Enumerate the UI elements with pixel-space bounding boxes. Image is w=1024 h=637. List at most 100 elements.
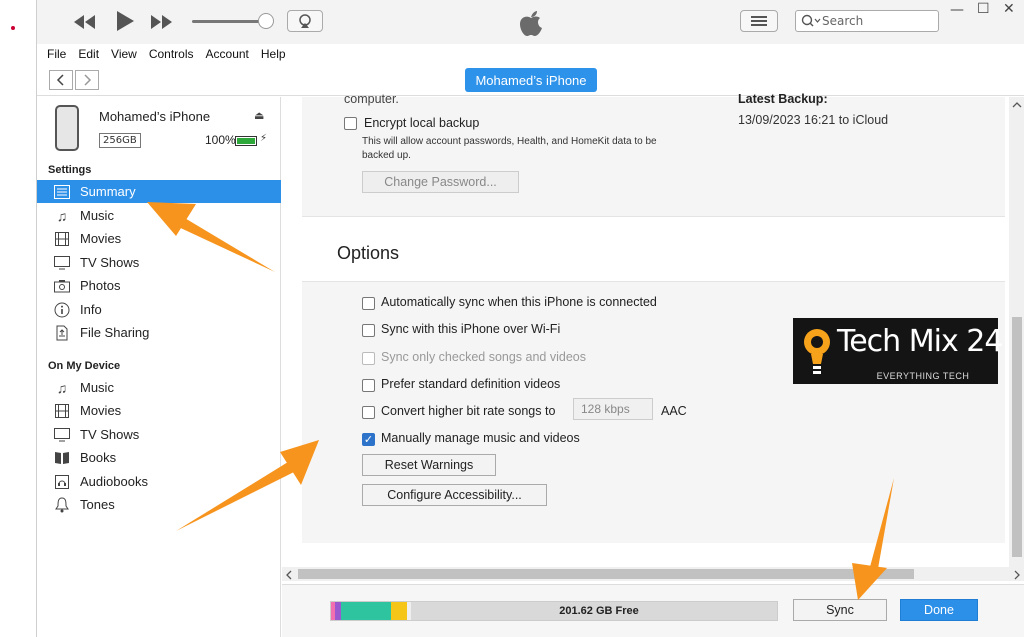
storage-free-text: 201.62 GB Free xyxy=(559,605,639,617)
sidebar-item-label: File Sharing xyxy=(80,325,150,340)
eject-icon[interactable]: ⏏ xyxy=(254,109,264,122)
tv-icon xyxy=(53,427,71,443)
sidebar-item-photos[interactable]: Photos xyxy=(37,274,281,297)
encrypt-backup-label: Encrypt local backup xyxy=(364,116,480,130)
back-button[interactable] xyxy=(49,70,73,90)
device-name: Mohamed’s iPhone xyxy=(99,109,211,124)
airplay-button[interactable] xyxy=(287,10,323,32)
iphone-icon xyxy=(55,105,79,151)
sidebar-item-label: Movies xyxy=(80,403,122,418)
options-title: Options xyxy=(337,243,400,263)
logo-tagline: EVERYTHING TECH xyxy=(876,371,970,381)
apple-logo-icon xyxy=(520,11,542,36)
lightbulb-gear-icon xyxy=(804,329,830,374)
title-bar: Search — ☐ ✕ xyxy=(37,0,1024,44)
vertical-scroll-thumb[interactable] xyxy=(1012,317,1022,557)
book-icon xyxy=(53,450,71,466)
device-item-tv-shows[interactable]: TV Shows xyxy=(37,423,281,446)
charging-bolt-icon: ⚡ xyxy=(260,133,268,144)
list-view-button[interactable] xyxy=(740,10,778,32)
horizontal-scroll-thumb[interactable] xyxy=(298,569,914,579)
checked-only-checkbox[interactable] xyxy=(362,352,375,365)
convert-bitrate-checkbox[interactable] xyxy=(362,406,375,419)
sidebar-item-label: Music xyxy=(80,380,114,395)
music-note-icon: ♫ xyxy=(56,379,68,396)
menu-edit[interactable]: Edit xyxy=(78,47,99,61)
menu-account[interactable]: Account xyxy=(206,47,249,61)
forward-button[interactable] xyxy=(75,70,99,90)
airplay-icon xyxy=(299,14,311,28)
prefer-sd-checkbox[interactable] xyxy=(362,379,375,392)
volume-knob[interactable] xyxy=(258,13,274,29)
capacity-badge: 256GB xyxy=(99,133,141,148)
convert-bitrate-label: Convert higher bit rate songs to xyxy=(381,404,556,418)
battery-percent: 100% xyxy=(205,133,236,147)
device-item-movies[interactable]: Movies xyxy=(37,399,281,422)
film-icon xyxy=(53,403,71,419)
play-icon[interactable] xyxy=(114,10,136,32)
menu-help[interactable]: Help xyxy=(261,47,286,61)
bell-icon xyxy=(53,496,71,513)
menu-file[interactable]: File xyxy=(47,47,66,61)
sidebar-item-label: TV Shows xyxy=(80,427,140,442)
latest-backup-value: 13/09/2023 16:21 to iCloud xyxy=(738,113,889,127)
sidebar-item-label: Books xyxy=(80,450,117,465)
sidebar-item-info[interactable]: Info xyxy=(37,298,281,321)
chevron-left-icon xyxy=(56,74,64,86)
sidebar-item-file-sharing[interactable]: File Sharing xyxy=(37,321,281,344)
rewind-icon[interactable] xyxy=(73,13,97,31)
sidebar-item-summary[interactable]: Summary xyxy=(37,180,281,203)
backup-panel: computer. Encrypt local backup This will… xyxy=(302,92,1005,217)
device-item-audiobooks[interactable]: Audiobooks xyxy=(37,470,281,493)
menu-controls[interactable]: Controls xyxy=(149,47,194,61)
chevron-right-icon xyxy=(84,74,92,86)
bitrate-select[interactable]: 128 kbps xyxy=(573,398,653,420)
list-icon xyxy=(751,16,767,26)
scroll-right-icon[interactable] xyxy=(1013,570,1021,580)
menu-bar: File Edit View Controls Account Help xyxy=(37,44,1024,64)
volume-slider[interactable] xyxy=(192,20,268,23)
sidebar-item-label: Info xyxy=(80,302,102,317)
reset-warnings-button[interactable]: Reset Warnings xyxy=(362,454,496,476)
sidebar: Mohamed’s iPhone ⏏ 256GB 100% ⚡ Settings… xyxy=(37,97,281,637)
encrypt-desc-line1: This will allow account passwords, Healt… xyxy=(362,136,657,147)
done-button[interactable]: Done xyxy=(900,599,978,621)
device-item-tones[interactable]: Tones xyxy=(37,493,281,516)
wifi-sync-label: Sync with this iPhone over Wi-Fi xyxy=(381,322,561,336)
auto-sync-checkbox[interactable] xyxy=(362,297,375,310)
manual-manage-checkbox[interactable]: ✓ xyxy=(362,433,375,446)
wifi-sync-checkbox[interactable] xyxy=(362,324,375,337)
summary-icon xyxy=(53,184,71,200)
maximize-icon[interactable]: ☐ xyxy=(977,1,990,17)
device-button[interactable]: Mohamed’s iPhone xyxy=(465,68,597,92)
music-note-icon: ♫ xyxy=(56,207,68,224)
device-item-music[interactable]: ♫ Music xyxy=(37,376,281,399)
device-item-books[interactable]: Books xyxy=(37,446,281,469)
sidebar-item-tv-shows[interactable]: TV Shows xyxy=(37,251,281,274)
sidebar-item-label: Movies xyxy=(80,231,122,246)
fast-forward-icon[interactable] xyxy=(149,13,173,31)
info-icon xyxy=(53,302,71,318)
nav-bar: Mohamed’s iPhone xyxy=(37,64,1024,96)
minimize-icon[interactable]: — xyxy=(950,2,964,18)
latest-backup-title: Latest Backup: xyxy=(738,92,828,106)
aac-label: AAC xyxy=(661,404,687,418)
search-icon xyxy=(801,14,821,27)
menu-view[interactable]: View xyxy=(111,47,137,61)
close-icon[interactable]: ✕ xyxy=(1003,1,1015,17)
sidebar-item-label: Music xyxy=(80,208,114,223)
scroll-up-icon[interactable] xyxy=(1012,101,1022,109)
change-password-button[interactable]: Change Password... xyxy=(362,171,519,193)
scroll-left-icon[interactable] xyxy=(285,570,293,580)
checked-only-label: Sync only checked songs and videos xyxy=(381,350,586,364)
battery-icon xyxy=(235,136,257,146)
sidebar-item-music[interactable]: ♫ Music xyxy=(37,204,281,227)
settings-header: Settings xyxy=(48,164,92,176)
encrypt-backup-checkbox[interactable] xyxy=(344,117,357,130)
red-dot xyxy=(11,26,15,30)
film-icon xyxy=(53,231,71,247)
sidebar-item-label: TV Shows xyxy=(80,255,140,270)
configure-accessibility-button[interactable]: Configure Accessibility... xyxy=(362,484,547,506)
sidebar-item-movies[interactable]: Movies xyxy=(37,227,281,250)
sync-button[interactable]: Sync xyxy=(793,599,887,621)
